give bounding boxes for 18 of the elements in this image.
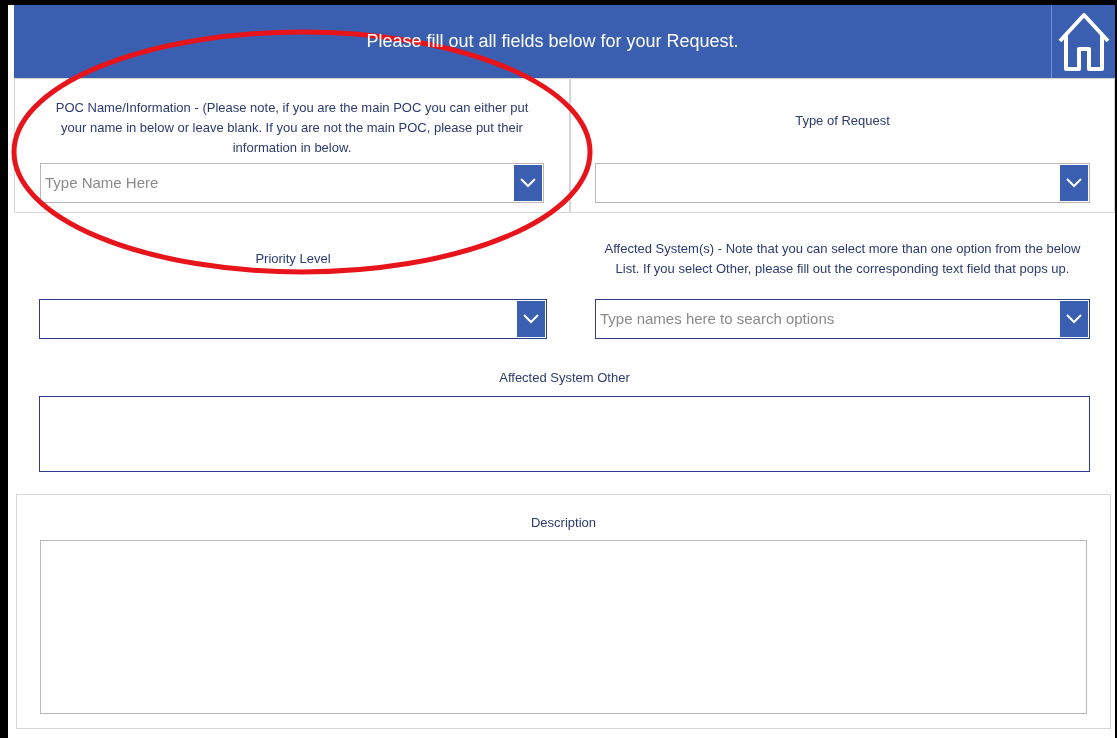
chevron-down-icon bbox=[523, 314, 539, 324]
chevron-down-icon bbox=[1066, 178, 1082, 188]
dropdown-toggle-button[interactable] bbox=[1060, 301, 1088, 337]
field-label: POC Name/Information - (Please note, if you are the main POC you can either put your name in below or leave blank. If you are not the main POC, please put their information in below. bbox=[54, 99, 530, 157]
dropdown-toggle-button[interactable] bbox=[514, 165, 542, 201]
field-label: Type of Request bbox=[794, 112, 891, 130]
dropdown-toggle-button[interactable] bbox=[1060, 165, 1088, 201]
dropdown-field[interactable] bbox=[39, 299, 547, 339]
chevron-down-icon bbox=[520, 178, 536, 188]
field-label: Description bbox=[530, 513, 597, 532]
field-label: Priority Level bbox=[254, 250, 332, 268]
chevron-down-icon bbox=[1066, 314, 1082, 324]
field-label: Affected System Other bbox=[498, 369, 631, 387]
dropdown-field[interactable] bbox=[595, 163, 1090, 203]
dropdown-toggle-button[interactable] bbox=[517, 301, 545, 337]
home-icon bbox=[1056, 10, 1111, 73]
field-label: Affected System(s) - Note that you can select more than one option from the below List. If you select Other, please fill out the corresponding text field that pops up. bbox=[603, 240, 1082, 278]
text-area[interactable] bbox=[39, 396, 1090, 472]
